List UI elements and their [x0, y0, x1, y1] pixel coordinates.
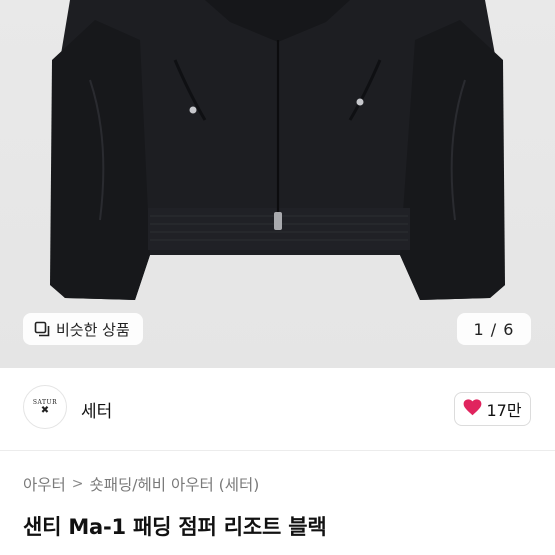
breadcrumb-separator: > [71, 476, 84, 492]
similar-items-icon [34, 321, 50, 337]
breadcrumb: 아우터 > 숏패딩/헤비 아우터 (세터) [23, 473, 259, 495]
breadcrumb-item-outer[interactable]: 아우터 [23, 473, 66, 495]
shop-logo-mark: ✖ [40, 404, 50, 416]
image-counter: 1 / 6 [457, 313, 531, 345]
similar-products-label: 비슷한 상품 [56, 320, 130, 339]
breadcrumb-item-short-padding[interactable]: 숏패딩/헤비 아우터 (세터) [90, 473, 260, 495]
shop-info-row[interactable]: SATUR ✖ 세터 17만 [0, 368, 555, 450]
divider [0, 450, 555, 451]
product-title: 샌티 Ma-1 패딩 점퍼 리조트 블랙 [23, 515, 327, 539]
similar-products-button[interactable]: 비슷한 상품 [23, 313, 143, 345]
product-image-carousel[interactable]: 비슷한 상품 1 / 6 [0, 0, 555, 368]
like-button[interactable]: 17만 [454, 392, 531, 426]
shop-name[interactable]: 세터 [81, 397, 112, 422]
like-count: 17만 [486, 401, 522, 420]
heart-icon [463, 398, 482, 420]
shop-logo[interactable]: SATUR ✖ [23, 385, 67, 429]
